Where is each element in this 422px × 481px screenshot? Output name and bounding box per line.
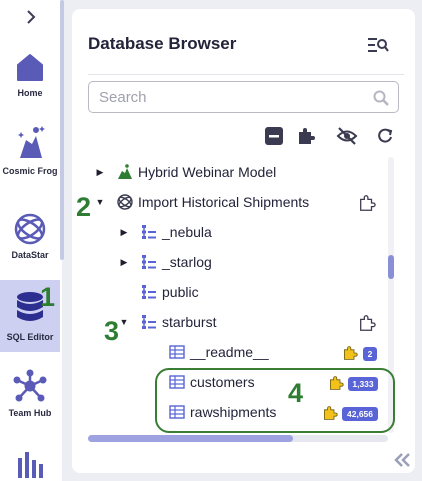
tree-item-hybrid-webinar-model[interactable]: ▶ Hybrid Webinar Model: [94, 159, 277, 185]
panel-title: Database Browser: [88, 34, 237, 53]
schema-icon: [142, 315, 156, 329]
schema-icon: [142, 255, 156, 269]
nav-label: Home: [17, 88, 43, 98]
collapse-panel-button[interactable]: [393, 452, 415, 470]
nav-scrollbar[interactable]: [60, 0, 64, 260]
nav-item-cosmic-frog[interactable]: Cosmic Frog: [0, 122, 60, 192]
horizontal-scrollbar-thumb[interactable]: [88, 435, 293, 442]
toggle-visibility-button[interactable]: [336, 126, 358, 146]
row-count-badge: 2: [363, 347, 377, 361]
search-box[interactable]: [88, 81, 399, 113]
tree-label: Hybrid Webinar Model: [138, 164, 277, 180]
nav-label: Team Hub: [8, 408, 52, 418]
expand-nav-button[interactable]: [20, 8, 42, 30]
filter-search-button[interactable]: [366, 36, 390, 54]
refresh-icon: [378, 128, 393, 143]
vertical-scrollbar-thumb[interactable]: [388, 255, 394, 279]
minus-square-icon: [265, 127, 283, 145]
eye-off-icon: [336, 127, 358, 145]
table-icon: [169, 345, 185, 359]
tree-label: __readme__: [190, 344, 269, 360]
cosmic-frog-icon: [18, 126, 45, 158]
annotation-1: 1: [40, 282, 56, 312]
extensions-button[interactable]: [296, 126, 316, 146]
puzzle-outline-icon[interactable]: [358, 194, 376, 212]
tree-item-readme[interactable]: __readme__: [158, 339, 269, 365]
tree-item-import-historical-shipments[interactable]: ▼ Import Historical Shipments: [94, 189, 310, 215]
puzzle-filled-icon[interactable]: [342, 345, 358, 361]
home-icon: [17, 54, 43, 81]
datastar-project-icon: [117, 194, 133, 210]
collapse-caret[interactable]: ▼: [94, 197, 106, 207]
nav-label: DataStar: [11, 250, 49, 260]
datastar-icon: [14, 213, 46, 245]
tree-label: starburst: [162, 314, 217, 330]
annotation-2: 2: [76, 192, 92, 222]
tree-item-public[interactable]: public: [130, 279, 199, 305]
collapse-all-button[interactable]: [264, 126, 284, 146]
bar-chart-icon: [18, 452, 43, 478]
nav-label: SQL Editor: [6, 332, 54, 342]
puzzle-outline-icon[interactable]: [358, 314, 376, 332]
nav-item-home[interactable]: Home: [0, 50, 60, 110]
tree-label: _nebula: [162, 224, 212, 240]
chevron-right-icon: [27, 10, 36, 24]
double-chevron-left-icon: [394, 453, 410, 467]
puzzle-icon: [299, 128, 315, 144]
header-divider: [88, 74, 404, 75]
frog-model-icon: [118, 164, 132, 179]
tree-item-starburst[interactable]: ▼ starburst: [118, 309, 217, 335]
expand-caret[interactable]: ▶: [118, 227, 130, 238]
tree-label: public: [162, 284, 199, 300]
nav-item-datastar[interactable]: DataStar: [0, 212, 60, 272]
expand-caret[interactable]: ▶: [118, 257, 130, 268]
collapse-caret[interactable]: ▼: [118, 317, 130, 327]
nav-rail: Home Cosmic Frog DataStar SQL Editor Tea…: [0, 0, 62, 481]
annotation-highlight-box: [155, 368, 395, 433]
annotation-3: 3: [104, 316, 120, 346]
tree-label: Import Historical Shipments: [138, 194, 310, 210]
schema-icon: [142, 285, 156, 299]
search-icon: [373, 90, 389, 106]
nav-item-team-hub[interactable]: Team Hub: [0, 368, 60, 428]
tree-item-starlog[interactable]: ▶ _starlog: [118, 249, 212, 275]
nav-label: Cosmic Frog: [2, 166, 58, 176]
expand-caret[interactable]: ▶: [94, 167, 106, 178]
nav-item-analytics[interactable]: [0, 450, 60, 480]
schema-icon: [142, 225, 156, 239]
tree-item-nebula[interactable]: ▶ _nebula: [118, 219, 212, 245]
list-search-icon: [368, 38, 389, 52]
search-input[interactable]: [99, 88, 359, 106]
team-hub-icon: [13, 369, 47, 402]
refresh-button[interactable]: [375, 126, 395, 146]
tree-label: _starlog: [162, 254, 212, 270]
